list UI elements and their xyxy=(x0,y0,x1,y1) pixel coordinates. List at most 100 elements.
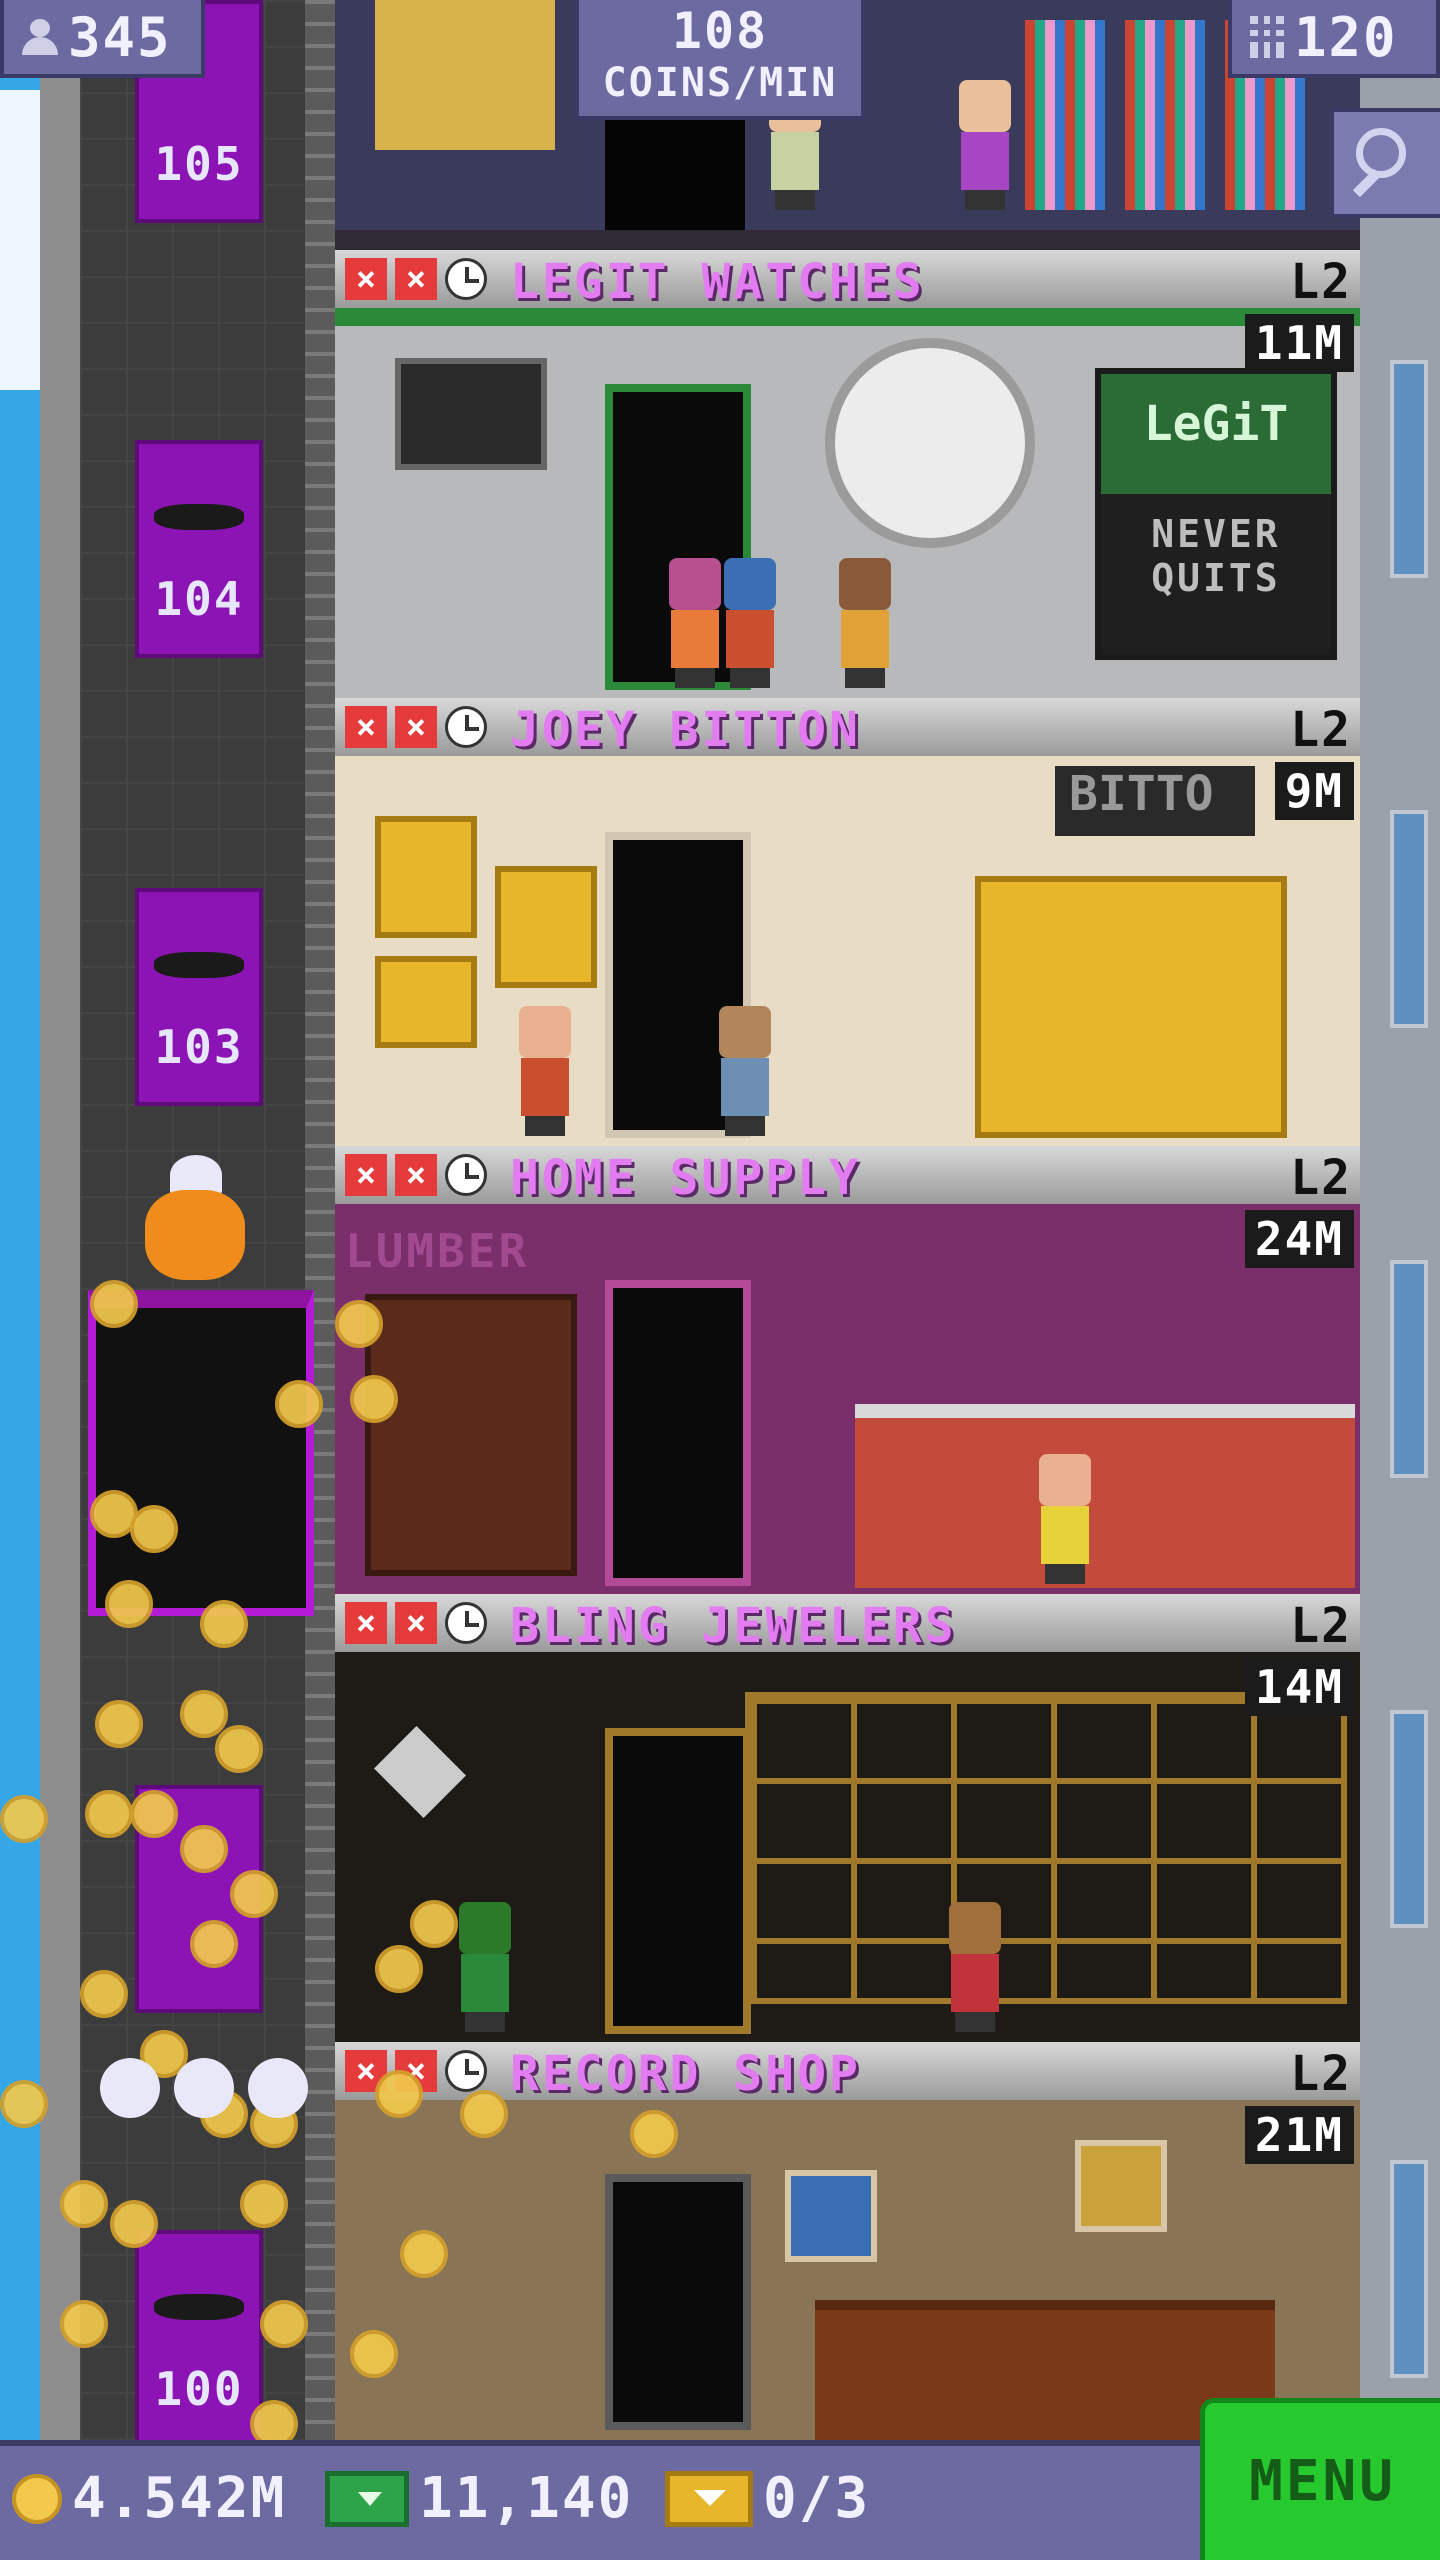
floor-name: HOME SUPPLY xyxy=(510,1150,861,1206)
tower-right-wall xyxy=(1360,0,1440,2440)
floor-header: × × LEGIT WATCHES L2 xyxy=(335,250,1360,310)
coin-icon[interactable] xyxy=(200,1600,248,1648)
star-icon xyxy=(100,2058,160,2118)
coin-icon[interactable] xyxy=(215,1725,263,1773)
coin-icon[interactable] xyxy=(60,2180,108,2228)
customer[interactable] xyxy=(455,1902,515,2032)
coin-icon[interactable] xyxy=(130,1505,178,1553)
green-trim xyxy=(335,308,1360,326)
floor-level: L2 xyxy=(1290,1598,1352,1654)
tool-counter xyxy=(855,1404,1355,1588)
coin-icon[interactable] xyxy=(90,1280,138,1328)
shop-worker[interactable] xyxy=(945,1902,1005,2032)
menu-button[interactable]: MENU xyxy=(1200,2398,1440,2560)
coin-icon[interactable] xyxy=(80,1970,128,2018)
tickets-value: 0/3 xyxy=(763,2466,871,2531)
legit-sign: LeGiT NEVER QUITS xyxy=(1095,368,1337,660)
elevator-floor-100[interactable]: 100 xyxy=(135,2230,263,2448)
floor-joey-bitton[interactable]: × × JOEY BITTON L2 BITTO 9M xyxy=(335,698,1360,1148)
floor-room[interactable] xyxy=(335,2100,1360,2450)
framed-picture xyxy=(375,816,477,938)
coin-icon[interactable] xyxy=(0,1795,48,1843)
window xyxy=(1390,360,1428,578)
star-icon xyxy=(174,2058,234,2118)
menu-label: MENU xyxy=(1249,2449,1396,2514)
coins-display[interactable]: 4.542M xyxy=(12,2466,286,2531)
wall-decor xyxy=(375,0,555,150)
coin-icon[interactable] xyxy=(275,1380,323,1428)
coin-icon[interactable] xyxy=(180,1825,228,1873)
customer[interactable] xyxy=(835,558,895,688)
clock-display xyxy=(825,338,1035,548)
x-icon: × xyxy=(345,706,387,748)
coin-icon[interactable] xyxy=(335,1300,383,1348)
window xyxy=(1390,1260,1428,1478)
elevator-floor-103[interactable]: 103 xyxy=(135,888,263,1106)
bitton-sign: BITTO xyxy=(1055,766,1255,836)
coin-icon[interactable] xyxy=(375,2070,423,2118)
x-icon: × xyxy=(395,706,437,748)
floor-level: L2 xyxy=(1290,254,1352,310)
customer[interactable] xyxy=(665,558,725,688)
coin-icon[interactable] xyxy=(630,2110,678,2158)
customer[interactable] xyxy=(715,1006,775,1136)
coin-icon[interactable] xyxy=(190,1920,238,1968)
coin-icon[interactable] xyxy=(410,1900,458,1948)
framed-picture xyxy=(495,866,597,988)
coin-icon[interactable] xyxy=(230,1870,278,1918)
pumpkin-elevator-operator[interactable] xyxy=(145,1190,245,1280)
bookshelf xyxy=(1025,20,1105,210)
coin-icon[interactable] xyxy=(105,1580,153,1628)
coin-icon[interactable] xyxy=(400,2230,448,2278)
building-icon xyxy=(1250,16,1284,58)
floor-count-value: 120 xyxy=(1294,5,1398,69)
coin-icon[interactable] xyxy=(240,2180,288,2228)
floor-counter[interactable]: 120 xyxy=(1228,0,1440,78)
coin-icon[interactable] xyxy=(180,1690,228,1738)
population-counter[interactable]: 345 xyxy=(0,0,205,78)
shop-worker[interactable] xyxy=(1035,1454,1095,1584)
clock-icon xyxy=(445,2050,487,2092)
coin-icon[interactable] xyxy=(60,2300,108,2348)
customer[interactable] xyxy=(515,1006,575,1136)
floor-name: RECORD SHOP xyxy=(510,2046,861,2102)
floor-home-supply[interactable]: × × HOME SUPPLY L2 LUMBER 24M xyxy=(335,1146,1360,1596)
elevator-car[interactable] xyxy=(88,1290,314,1616)
coin-icon[interactable] xyxy=(0,2080,48,2128)
legit-sign-line2: NEVER xyxy=(1151,512,1281,556)
coin-icon[interactable] xyxy=(460,2090,508,2138)
elevator-floor-104[interactable]: 104 xyxy=(135,440,263,658)
floor-header: × × JOEY BITTON L2 xyxy=(335,698,1360,758)
stock-badge: 11M xyxy=(1244,314,1354,372)
floor-room[interactable] xyxy=(335,1652,1360,2044)
coin-icon[interactable] xyxy=(95,1700,143,1748)
x-icon: × xyxy=(345,1154,387,1196)
coin-icon[interactable] xyxy=(85,1790,133,1838)
coin-icon[interactable] xyxy=(350,1375,398,1423)
customer[interactable] xyxy=(720,558,780,688)
floor-bling-jewelers[interactable]: × × BLING JEWELERS L2 14M xyxy=(335,1594,1360,2044)
floor-room[interactable]: BITTO xyxy=(335,756,1360,1148)
coin-icon[interactable] xyxy=(260,2300,308,2348)
coins-per-min-panel: 108 COINS/MIN xyxy=(575,0,865,120)
coin-icon[interactable] xyxy=(350,2330,398,2378)
coin-icon[interactable] xyxy=(130,1790,178,1838)
bux-display[interactable]: 11,140 xyxy=(325,2466,633,2531)
floor-level: L2 xyxy=(1290,2046,1352,2102)
window xyxy=(1390,810,1428,1028)
coin-icon[interactable] xyxy=(375,1945,423,1993)
floor-name: JOEY BITTON xyxy=(510,702,861,758)
floor-legit-watches[interactable]: × × LEGIT WATCHES L2 LeGiT NEVER QUITS 1… xyxy=(335,250,1360,700)
coin-icon[interactable] xyxy=(110,2200,158,2248)
floor-header: × × HOME SUPPLY L2 xyxy=(335,1146,1360,1206)
floor-level: L2 xyxy=(1290,702,1352,758)
x-icon: × xyxy=(345,258,387,300)
floor-room[interactable]: LUMBER xyxy=(335,1204,1360,1596)
top-floor-door xyxy=(605,110,745,230)
search-button[interactable] xyxy=(1330,108,1440,218)
tickets-display[interactable]: 0/3 xyxy=(665,2466,870,2531)
clock-icon xyxy=(445,258,487,300)
floor-room[interactable]: LeGiT NEVER QUITS xyxy=(335,308,1360,700)
store-door xyxy=(605,1280,751,1586)
resident[interactable] xyxy=(955,80,1015,210)
